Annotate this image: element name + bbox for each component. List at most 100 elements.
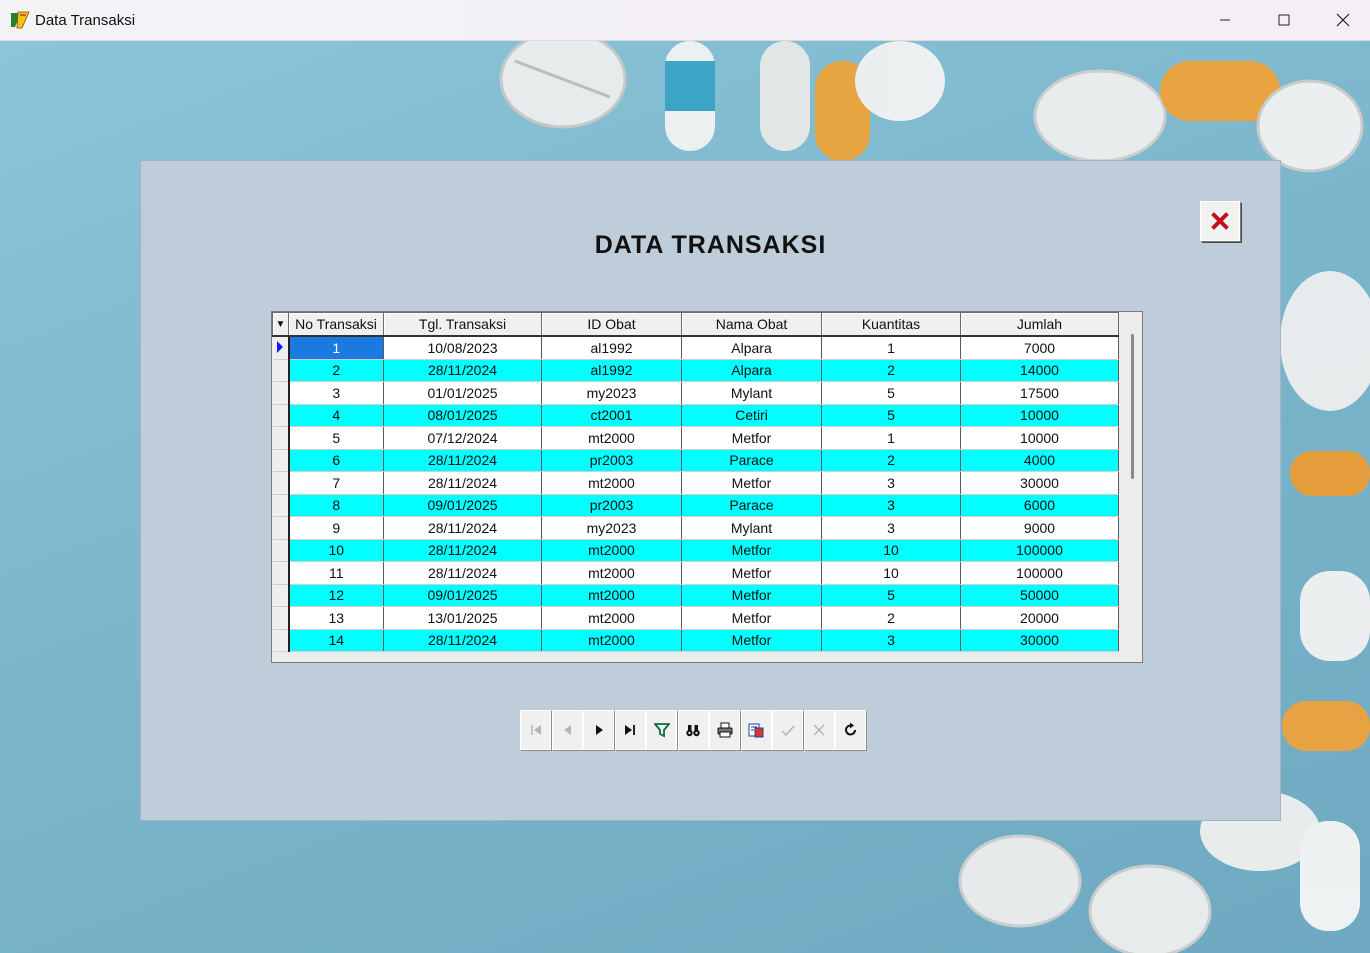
table-cell[interactable]: 10 [821, 561, 961, 585]
table-cell[interactable]: 1 [288, 336, 384, 360]
table-row[interactable]: 10 28/11/2024 mt2000 Metfor 10 100000 [272, 539, 1119, 562]
table-cell[interactable]: 28/11/2024 [383, 516, 542, 540]
table-cell[interactable]: 14000 [960, 359, 1119, 382]
table-cell[interactable]: 28/11/2024 [383, 359, 542, 382]
table-cell[interactable]: 28/11/2024 [383, 539, 542, 562]
prior-record-button[interactable] [551, 710, 583, 750]
last-record-button[interactable] [614, 710, 646, 750]
table-cell[interactable]: Metfor [681, 539, 822, 562]
table-cell[interactable]: al1992 [541, 359, 682, 382]
table-row[interactable]: 4 08/01/2025 ct2001 Cetiri 5 10000 [272, 404, 1119, 427]
table-row[interactable]: 8 09/01/2025 pr2003 Parace 3 6000 [272, 494, 1119, 517]
table-row[interactable]: 13 13/01/2025 mt2000 Metfor 2 20000 [272, 606, 1119, 630]
refresh-button[interactable] [835, 710, 866, 750]
table-cell[interactable]: Metfor [681, 561, 822, 585]
row-indicator[interactable] [272, 426, 290, 450]
table-cell[interactable]: 1 [821, 426, 961, 450]
column-header[interactable]: No Transaksi [288, 312, 384, 337]
table-cell[interactable]: 2 [821, 449, 961, 472]
table-cell[interactable]: 5 [821, 404, 961, 427]
cancel-button[interactable] [803, 710, 835, 750]
table-row[interactable]: 11 28/11/2024 mt2000 Metfor 10 100000 [272, 561, 1119, 585]
table-cell[interactable]: 20000 [960, 606, 1119, 630]
row-indicator[interactable] [272, 404, 290, 427]
column-header[interactable]: Kuantitas [821, 312, 961, 337]
table-row[interactable]: 6 28/11/2024 pr2003 Parace 2 4000 [272, 449, 1119, 472]
table-cell[interactable]: 7 [288, 471, 384, 495]
maximize-button[interactable] [1255, 0, 1313, 40]
table-cell[interactable]: 3 [821, 494, 961, 517]
table-cell[interactable]: Metfor [681, 471, 822, 495]
table-cell[interactable]: 50000 [960, 584, 1119, 607]
table-cell[interactable]: 13 [288, 606, 384, 630]
table-cell[interactable]: 10000 [960, 426, 1119, 450]
table-row[interactable]: 14 28/11/2024 mt2000 Metfor 3 30000 [272, 629, 1119, 652]
table-cell[interactable]: Cetiri [681, 404, 822, 427]
table-cell[interactable]: 7000 [960, 336, 1119, 360]
first-record-button[interactable] [520, 710, 551, 750]
table-row[interactable]: 3 01/01/2025 my2023 Mylant 5 17500 [272, 381, 1119, 405]
row-indicator[interactable] [272, 381, 290, 405]
close-form-button[interactable] [1200, 201, 1240, 241]
table-cell[interactable]: mt2000 [541, 606, 682, 630]
table-cell[interactable]: 10000 [960, 404, 1119, 427]
table-cell[interactable]: 28/11/2024 [383, 471, 542, 495]
table-cell[interactable]: 09/01/2025 [383, 584, 542, 607]
table-cell[interactable]: pr2003 [541, 449, 682, 472]
table-cell[interactable]: Alpara [681, 359, 822, 382]
table-cell[interactable]: 5 [288, 426, 384, 450]
column-header[interactable]: ID Obat [541, 312, 682, 337]
table-cell[interactable]: 4000 [960, 449, 1119, 472]
row-indicator[interactable] [272, 561, 290, 585]
table-cell[interactable]: 9000 [960, 516, 1119, 540]
print-button[interactable] [709, 710, 740, 750]
table-cell[interactable]: ct2001 [541, 404, 682, 427]
table-cell[interactable]: my2023 [541, 516, 682, 540]
table-cell[interactable]: 13/01/2025 [383, 606, 542, 630]
table-cell[interactable]: 3 [821, 471, 961, 495]
table-row[interactable]: 7 28/11/2024 mt2000 Metfor 3 30000 [272, 471, 1119, 495]
indicator-header[interactable]: ▼ [272, 312, 289, 337]
table-cell[interactable]: 01/01/2025 [383, 381, 542, 405]
table-cell[interactable]: 30000 [960, 471, 1119, 495]
table-cell[interactable]: Parace [681, 449, 822, 472]
close-window-button[interactable] [1314, 0, 1370, 40]
table-cell[interactable]: my2023 [541, 381, 682, 405]
table-cell[interactable]: mt2000 [541, 471, 682, 495]
table-cell[interactable]: 5 [821, 381, 961, 405]
table-row[interactable]: 12 09/01/2025 mt2000 Metfor 5 50000 [272, 584, 1119, 607]
table-cell[interactable]: 30000 [960, 629, 1119, 652]
table-cell[interactable]: 08/01/2025 [383, 404, 542, 427]
table-cell[interactable]: Metfor [681, 629, 822, 652]
table-cell[interactable]: pr2003 [541, 494, 682, 517]
table-cell[interactable]: 5 [821, 584, 961, 607]
table-cell[interactable]: 3 [821, 629, 961, 652]
row-indicator[interactable] [272, 584, 290, 607]
table-cell[interactable]: 100000 [960, 539, 1119, 562]
table-cell[interactable]: 10 [288, 539, 384, 562]
table-cell[interactable]: mt2000 [541, 539, 682, 562]
table-cell[interactable]: Metfor [681, 606, 822, 630]
find-button[interactable] [677, 710, 709, 750]
row-indicator[interactable] [272, 471, 290, 495]
row-indicator[interactable] [272, 494, 290, 517]
table-cell[interactable]: Alpara [681, 336, 822, 360]
table-cell[interactable]: 17500 [960, 381, 1119, 405]
table-cell[interactable]: 28/11/2024 [383, 561, 542, 585]
table-cell[interactable]: 07/12/2024 [383, 426, 542, 450]
table-cell[interactable]: Mylant [681, 516, 822, 540]
vertical-scrollbar[interactable] [1131, 334, 1134, 479]
table-cell[interactable]: Mylant [681, 381, 822, 405]
table-cell[interactable]: mt2000 [541, 426, 682, 450]
table-cell[interactable]: 10/08/2023 [383, 336, 542, 360]
table-cell[interactable]: 09/01/2025 [383, 494, 542, 517]
filter-button[interactable] [646, 710, 677, 750]
table-cell[interactable]: 2 [821, 359, 961, 382]
table-cell[interactable]: al1992 [541, 336, 682, 360]
table-cell[interactable]: 2 [288, 359, 384, 382]
table-cell[interactable]: 14 [288, 629, 384, 652]
table-cell[interactable]: mt2000 [541, 561, 682, 585]
next-record-button[interactable] [583, 710, 614, 750]
transactions-grid[interactable]: ▼ No Transaksi Tgl. Transaksi ID Obat Na… [271, 311, 1143, 663]
table-cell[interactable]: 8 [288, 494, 384, 517]
